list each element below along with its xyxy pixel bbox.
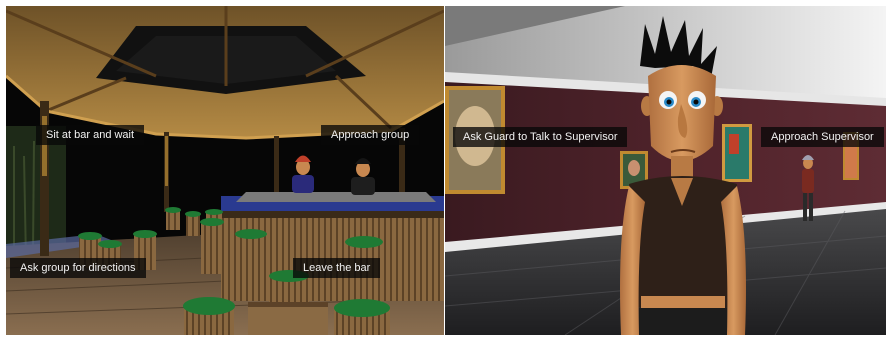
choice-approach-group[interactable]: Approach group <box>321 125 420 145</box>
choice-ask-guard-supervisor[interactable]: Ask Guard to Talk to Supervisor <box>453 127 628 147</box>
choice-leave-bar[interactable]: Leave the bar <box>293 258 381 278</box>
painting-abstract <box>722 124 752 182</box>
gallery-scene-render <box>445 6 886 335</box>
choice-ask-group-directions[interactable]: Ask group for directions <box>10 258 146 278</box>
bar-scene-render <box>6 6 444 335</box>
bar-scene-view: Sit at bar and wait Approach group Ask g… <box>6 6 444 335</box>
gallery-scene-view: Ask Guard to Talk to Supervisor Approach… <box>445 6 886 335</box>
choice-approach-supervisor[interactable]: Approach Supervisor <box>761 127 884 147</box>
choice-sit-at-bar[interactable]: Sit at bar and wait <box>36 125 145 145</box>
